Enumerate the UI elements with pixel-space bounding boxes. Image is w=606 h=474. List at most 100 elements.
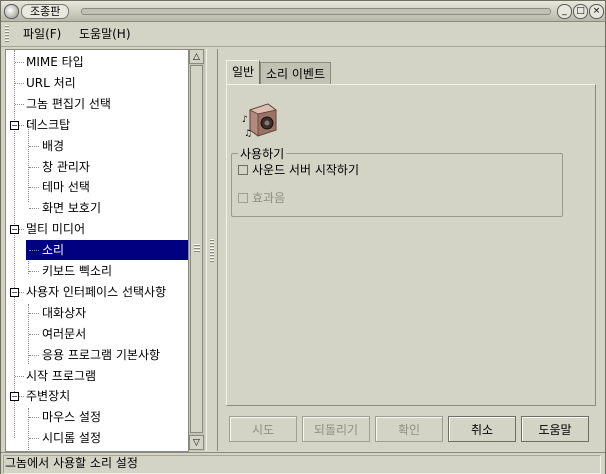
revert-button: 되돌리기 xyxy=(302,416,370,442)
tree-item[interactable]: − 데스크탑 xyxy=(6,115,188,135)
tree-item-label: 창 관리자 xyxy=(42,160,90,174)
tree-item[interactable]: 테마 선택 xyxy=(6,177,188,197)
tab-general[interactable]: 일반 xyxy=(226,60,261,84)
status-bar: 그놈에서 사용할 소리 설정 xyxy=(1,452,605,474)
scroll-down-button[interactable]: ▽ xyxy=(189,435,204,450)
tree-item-label: 테마 선택 xyxy=(42,180,90,194)
tree-connector xyxy=(29,271,39,272)
ok-button: 확인 xyxy=(375,416,443,442)
tree-item-label: 시디롬 설정 xyxy=(42,431,102,445)
checkbox-box xyxy=(238,193,248,203)
tree-connector xyxy=(29,208,39,209)
speaker-icon: ♪ ♫ xyxy=(242,103,277,139)
tree-item[interactable]: − 사용자 인터페이스 선택사항 xyxy=(6,282,188,302)
tree-item[interactable]: 응용 프로그램 기본사항 xyxy=(6,345,188,365)
svg-text:♫: ♫ xyxy=(244,129,252,139)
menu-help[interactable]: 도움말(H) xyxy=(75,26,135,42)
use-group-frame: 사용하기 사운드 서버 시작하기 효과음 xyxy=(231,145,563,217)
tree-item-label: 멀티 미디어 xyxy=(26,222,86,236)
scrollbar-thumb[interactable] xyxy=(190,65,203,433)
tree-item[interactable]: 창 관리자 xyxy=(6,157,188,177)
tree-item[interactable]: 키보드 삑소리 xyxy=(6,261,188,281)
scroll-up-button[interactable]: △ xyxy=(189,49,204,64)
tree-item-label: 그놈 편집기 선택 xyxy=(26,97,111,111)
checkbox-label: 효과음 xyxy=(252,191,286,205)
tree-item-label: 사용자 인터페이스 선택사항 xyxy=(26,285,167,299)
capplet-tree[interactable]: MIME 타입 URL 처리 그놈 편집기 선택 − 데스크탑 배경 창 관리자 테마 선택 화… xyxy=(5,49,189,452)
status-text: 그놈에서 사용할 소리 설정 xyxy=(5,456,138,470)
tree-item[interactable]: 시작 프로그램 xyxy=(6,366,188,386)
tree-item[interactable]: MIME 타입 xyxy=(6,52,188,72)
tree-item-label: 소리 xyxy=(42,243,65,257)
tree-connector xyxy=(29,334,39,335)
pane-splitter[interactable] xyxy=(206,49,218,451)
tree-item-label: 대화상자 xyxy=(42,306,87,320)
tree-item-label: 마우스 설정 xyxy=(42,410,102,424)
tree-item[interactable]: 대화상자 xyxy=(6,303,188,323)
tree-connector xyxy=(15,62,24,63)
tree-item-label: 키보드 삑소리 xyxy=(42,264,113,278)
window-title: 조종판 xyxy=(21,4,70,19)
tree-item[interactable]: 배경 xyxy=(6,136,188,156)
tree-item[interactable]: 화면 보호기 xyxy=(6,198,188,218)
group-title: 사용하기 xyxy=(238,145,287,162)
tree-item-label: 응용 프로그램 기본사항 xyxy=(42,348,161,362)
general-tab-body: ♪ ♫ 사용하기 사운드 서버 시작하기 효과음 xyxy=(226,84,596,406)
tree-item[interactable]: 여러문서 xyxy=(6,324,188,344)
start-sound-server-checkbox[interactable]: 사운드 서버 시작하기 xyxy=(238,162,538,178)
close-button[interactable]: × xyxy=(589,4,604,19)
tree-expander-icon[interactable]: − xyxy=(10,121,19,130)
capplet-pane: 일반 소리 이벤트 ♪ ♫ 사용하기 사운드 서버 시작하기 효과음 시도 되돌… xyxy=(221,49,601,451)
tree-item-label: 데스크탑 xyxy=(26,118,71,132)
tree-item-label: 배경 xyxy=(42,139,65,153)
tree-connector xyxy=(29,438,39,439)
tree-connector xyxy=(15,376,24,377)
dialog-button-bar: 시도 되돌리기 확인 취소 도움말 xyxy=(226,412,596,444)
tree-connector xyxy=(15,104,24,105)
splitter-grip xyxy=(210,239,214,263)
svg-text:♪: ♪ xyxy=(242,115,248,125)
tree-expander-icon[interactable]: − xyxy=(10,288,19,297)
tree-item[interactable]: 마우스 설정 xyxy=(6,407,188,427)
sound-effects-checkbox: 효과음 xyxy=(238,190,538,206)
tree-connector xyxy=(29,313,39,314)
control-center-window: 조종판 _ □ × 파일(F) 도움말(H) MIME 타입 URL 처리그놈 편… xyxy=(0,0,606,474)
tree-connector xyxy=(29,417,39,418)
tree-item-label: 시작 프로그램 xyxy=(26,369,97,383)
tree-item-label: 여러문서 xyxy=(42,327,87,341)
tree-item[interactable]: − 멀티 미디어 xyxy=(6,219,188,239)
tree-connector xyxy=(15,83,24,84)
menu-file[interactable]: 파일(F) xyxy=(19,26,65,42)
menubar-grip-handle[interactable] xyxy=(5,25,9,43)
tree-item[interactable]: − 주변장치 xyxy=(6,386,188,406)
checkbox-box[interactable] xyxy=(238,165,248,175)
tree-item[interactable]: 그놈 편집기 선택 xyxy=(6,94,188,114)
help-button[interactable]: 도움말 xyxy=(521,416,589,442)
menu-bar: 파일(F) 도움말(H) xyxy=(1,22,605,47)
tree-connector xyxy=(29,167,39,168)
tree-item-label: MIME 타입 xyxy=(26,55,84,69)
tab-sound-events[interactable]: 소리 이벤트 xyxy=(260,62,332,84)
maximize-button[interactable]: □ xyxy=(573,4,588,19)
tree-connector xyxy=(29,187,39,188)
title-bar-track xyxy=(81,8,551,15)
minimize-button[interactable]: _ xyxy=(557,4,572,19)
tree-scrollbar[interactable]: △ ▽ xyxy=(188,49,205,451)
tree-item[interactable]: 시디롬 설정 xyxy=(6,428,188,448)
checkbox-label: 사운드 서버 시작하기 xyxy=(252,163,359,177)
tree-item-label: 화면 보호기 xyxy=(42,201,102,215)
window-menu-icon[interactable] xyxy=(4,4,19,19)
tree-item[interactable]: 소리 xyxy=(26,240,188,260)
tree-item-label: URL 처리 xyxy=(26,76,76,90)
tree-connector xyxy=(29,250,39,251)
thumb-grip xyxy=(194,244,200,252)
tree-item-label: 주변장치 xyxy=(26,389,71,403)
tree-connector xyxy=(29,355,39,356)
cancel-button[interactable]: 취소 xyxy=(448,416,516,442)
tree-connector xyxy=(29,146,39,147)
tree-item[interactable]: URL 처리 xyxy=(6,73,188,93)
tree-expander-icon[interactable]: − xyxy=(10,392,19,401)
title-bar[interactable]: 조종판 _ □ × xyxy=(1,1,605,22)
tree-expander-icon[interactable]: − xyxy=(10,225,19,234)
try-button: 시도 xyxy=(229,416,297,442)
